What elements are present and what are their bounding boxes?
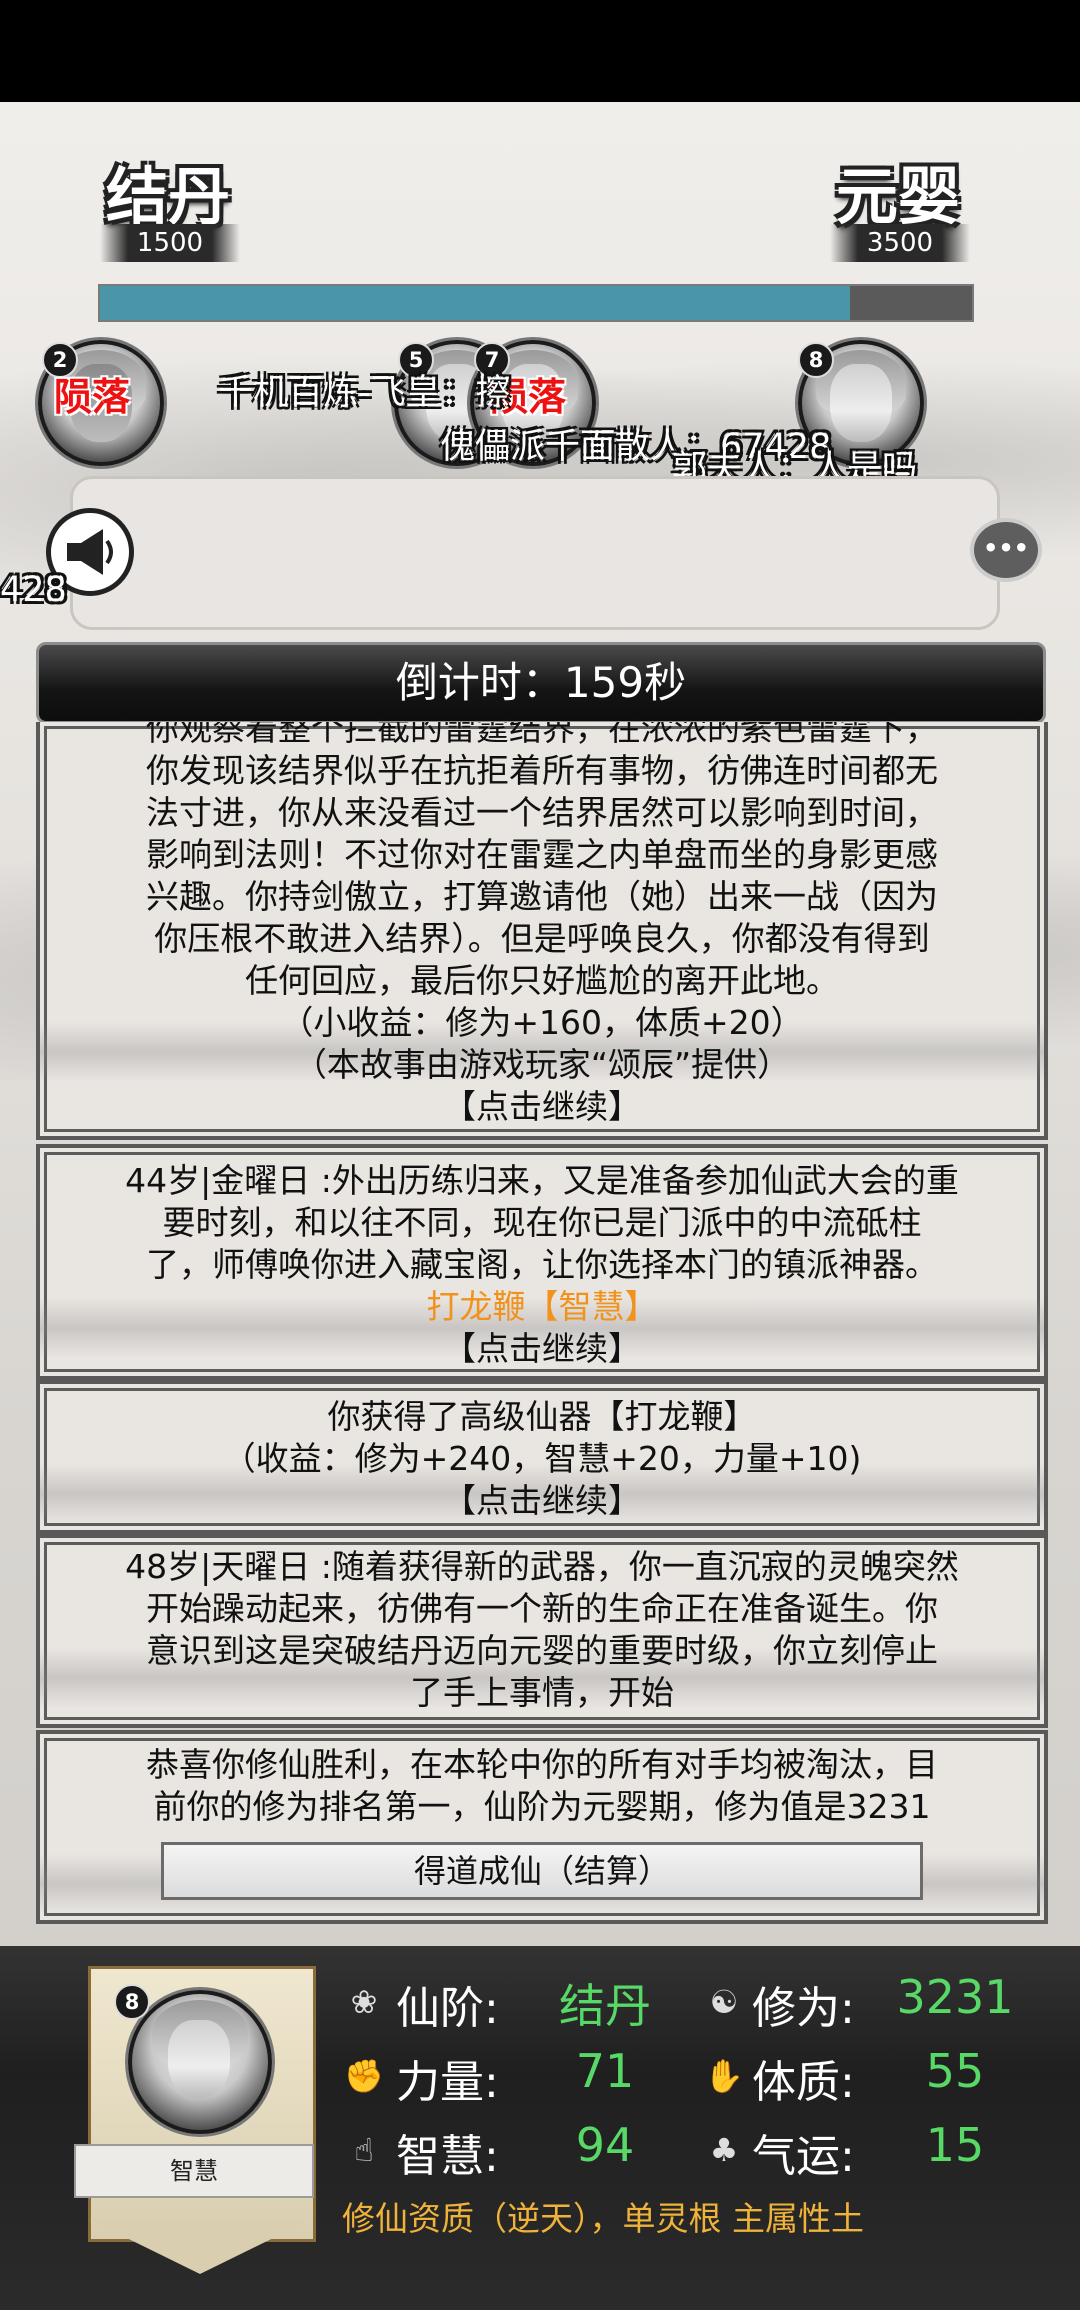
portrait-frame-tip: [90, 2220, 310, 2274]
realm-icon: ❀: [350, 1983, 378, 2021]
barrage-message: 千机百炼-飞皇：擦: [218, 373, 511, 413]
story-card[interactable]: 你获得了高级仙器【打龙鞭】 （收益：修为+240，智慧+20，力量+10) 【点…: [36, 1380, 1048, 1534]
story-line: 了，师傅唤你进入藏宝阁，让你选择本门的镇派神器。: [146, 1245, 938, 1284]
story-line: 开始躁动起来，彷佛有一个新的生命正在准备诞生。你: [146, 1589, 938, 1628]
strength-value: 71: [575, 2044, 635, 2098]
chat-bubble-icon[interactable]: •••: [970, 518, 1042, 582]
story-line: 你观察着整个拦截的雷霆结界，在浓浓的紫色雷霆下，: [146, 722, 938, 748]
story-credit: （本故事由游戏玩家“颂辰”提供）: [293, 1045, 791, 1084]
story-card[interactable]: 44岁|金曜日 :外出历练归来，又是准备参加仙武大会的重 要时刻，和以往不同，现…: [36, 1144, 1048, 1380]
story-line: 任何回应，最后你只好尴尬的离开此地。: [245, 961, 839, 1000]
strength-label: 力量:: [396, 2057, 499, 2108]
story-line: 兴趣。你持剑傲立，打算邀请他（她）出来一战（因为: [146, 877, 938, 916]
luck-value: 15: [925, 2118, 985, 2172]
cultivation-label: 修为:: [752, 1983, 855, 2034]
story-line: 要时刻，和以往不同，现在你已是门派中的中流砥柱: [162, 1203, 922, 1242]
countdown-banner: 倒计时：159秒: [36, 642, 1046, 724]
realm-value: 结丹: [559, 1979, 651, 2033]
opponent-number-badge: 8: [798, 342, 834, 378]
wisdom-label: 智慧:: [396, 2131, 499, 2182]
settlement-button[interactable]: 得道成仙（结算）: [161, 1842, 923, 1900]
luck-label: 气运:: [752, 2131, 855, 2182]
story-gain: （小收益：修为+160，体质+20）: [280, 1003, 804, 1042]
cultivation-progress-bar: [98, 284, 974, 322]
continue-link[interactable]: 【点击继续】: [66, 1480, 1018, 1522]
eliminated-label: 陨落: [54, 375, 131, 419]
wisdom-value: 94: [575, 2118, 635, 2172]
constitution-label: 体质:: [752, 2057, 855, 2108]
next-rank-value: 3500: [830, 224, 970, 262]
strength-icon: ✊: [344, 2057, 384, 2095]
story-line: 48岁|天曜日 :随着获得新的武器，你一直沉寂的灵魄突然: [125, 1547, 959, 1586]
chat-box[interactable]: [70, 476, 1000, 630]
story-line: 44岁|金曜日 :外出历练归来，又是准备参加仙武大会的重: [125, 1161, 959, 1200]
luck-icon: ♣: [709, 2131, 739, 2169]
story-line: 意识到这是突破结丹迈向元婴的重要时级，你立刻停止: [146, 1631, 938, 1670]
story-line: 影响到法则！不过你对在雷霆之内单盘而坐的身影更感: [146, 835, 938, 874]
character-talent-label: 智慧: [74, 2144, 314, 2198]
current-rank-value: 1500: [100, 224, 240, 262]
cultivation-value: 3231: [896, 1970, 1014, 2024]
cultivation-progress-fill: [100, 286, 850, 320]
constitution-icon: ✋: [704, 2057, 744, 2095]
story-line: 前你的修为排名第一，仙阶为元婴期，修为值是3231: [153, 1787, 931, 1826]
story-line: 法寸进，你从来没看过一个结界居然可以影响到时间，: [146, 793, 938, 832]
constitution-value: 55: [925, 2044, 985, 2098]
current-rank-title: 结丹: [106, 160, 231, 233]
character-number-badge: 8: [114, 1984, 150, 2020]
aptitude-text: 修仙资质（逆天），单灵根 主属性土: [342, 2199, 864, 2238]
story-card[interactable]: 你观察着整个拦截的雷霆结界，在浓浓的紫色雷霆下， 你发现该结界似乎在抗拒着所有事…: [36, 722, 1048, 1140]
continue-link[interactable]: 【点击继续】: [66, 1086, 1018, 1128]
status-bar: [0, 0, 1080, 102]
continue-link[interactable]: 【点击继续】: [66, 1328, 1018, 1370]
story-line: 你发现该结界似乎在抗拒着所有事物，彷佛连时间都无: [146, 751, 938, 790]
story-line: 恭喜你修仙胜利，在本轮中你的所有对手均被淘汰，目: [146, 1745, 938, 1784]
victory-card: 恭喜你修仙胜利，在本轮中你的所有对手均被淘汰，目 前你的修为排名第一，仙阶为元婴…: [36, 1730, 1048, 1924]
story-line: 你获得了高级仙器【打龙鞭】: [327, 1397, 757, 1436]
artifact-name: 打龙鞭【智慧】: [426, 1287, 658, 1326]
wisdom-icon: ☝: [354, 2131, 374, 2169]
story-line: 你压根不敢进入结界）。但是呼唤良久，你都没有得到: [154, 919, 930, 958]
next-rank-title: 元婴: [836, 160, 961, 233]
cultivation-icon: ☯: [709, 1983, 739, 2021]
story-gain: （收益：修为+240，智慧+20，力量+10): [222, 1439, 862, 1478]
barrage-message: 428: [0, 570, 67, 610]
story-card[interactable]: 48岁|天曜日 :随着获得新的武器，你一直沉寂的灵魄突然 开始躁动起来，彷佛有一…: [36, 1534, 1048, 1728]
character-avatar[interactable]: [128, 1990, 272, 2134]
story-line: 了手上事情，开始: [410, 1673, 674, 1712]
realm-label: 仙阶:: [396, 1983, 499, 2034]
